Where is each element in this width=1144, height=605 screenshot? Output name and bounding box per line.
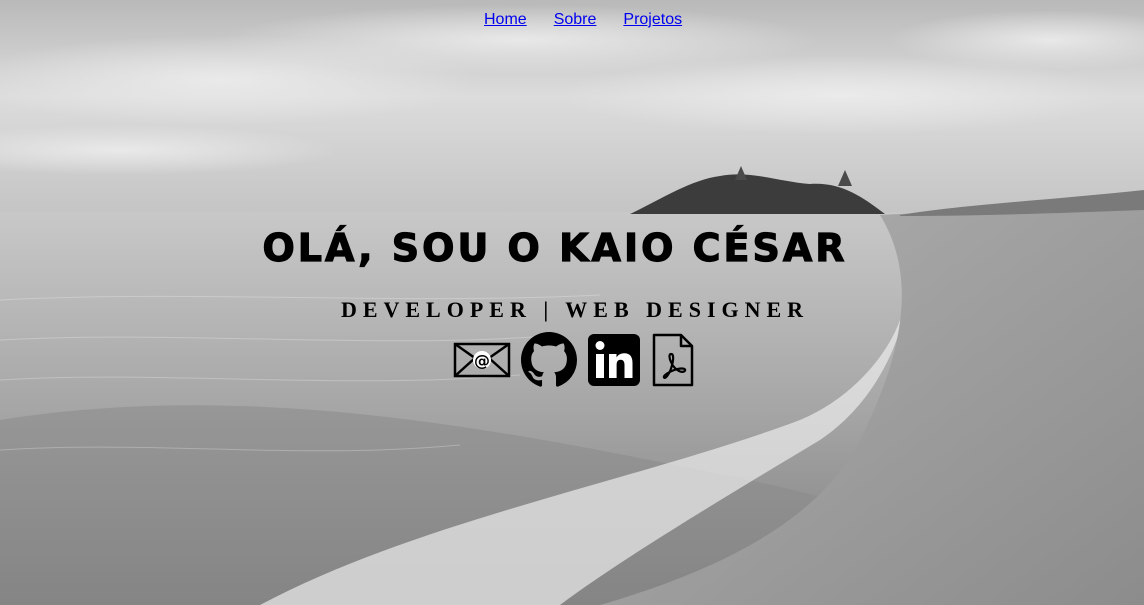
main-nav: Home Sobre Projetos bbox=[484, 11, 682, 29]
github-link[interactable] bbox=[521, 332, 577, 388]
github-icon bbox=[521, 332, 577, 387]
hero-subtitle: DEVELOPER | WEB DESIGNER bbox=[340, 297, 810, 322]
social-links: @ bbox=[453, 332, 695, 388]
hero-title: OLÁ, SOU O KAIO CÉSAR bbox=[262, 225, 848, 270]
resume-pdf-link[interactable] bbox=[651, 332, 695, 388]
linkedin-icon bbox=[588, 334, 640, 386]
pdf-icon bbox=[652, 333, 694, 387]
email-link[interactable]: @ bbox=[453, 341, 511, 379]
nav-link-projetos[interactable]: Projetos bbox=[623, 11, 682, 29]
nav-link-sobre[interactable]: Sobre bbox=[554, 11, 597, 29]
linkedin-link[interactable] bbox=[587, 333, 641, 387]
email-icon: @ bbox=[453, 342, 511, 378]
nav-link-home[interactable]: Home bbox=[484, 11, 527, 29]
svg-text:@: @ bbox=[474, 351, 490, 370]
hero-section: Home Sobre Projetos OLÁ, SOU O KAIO CÉSA… bbox=[0, 0, 1144, 605]
